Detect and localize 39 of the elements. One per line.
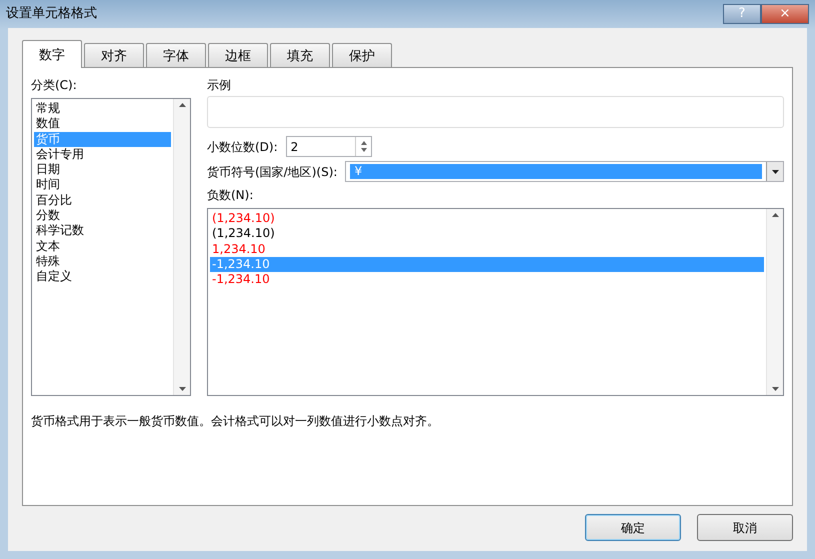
category-item[interactable]: 文本 — [34, 238, 171, 254]
category-label: 分类(C): — [31, 77, 78, 94]
window-title: 设置单元格格式 — [6, 5, 98, 24]
category-item[interactable]: 常规 — [34, 101, 171, 116]
currency-symbol-label: 货币符号(国家/地区)(S): — [207, 164, 338, 180]
category-item[interactable]: 会计专用 — [34, 146, 171, 162]
category-listbox[interactable]: 常规 数值 货币 会计专用 日期 时间 百分比 分数 科学记数 文本 特殊 自定义 — [31, 98, 191, 396]
decimal-places-label: 小数位数(D): — [207, 138, 278, 156]
category-item[interactable]: 特殊 — [34, 254, 171, 270]
category-item[interactable]: 数值 — [34, 116, 171, 132]
tab[interactable]: 填充 — [270, 43, 330, 67]
negative-number-item[interactable]: 1,234.10 — [210, 242, 764, 257]
ok-button[interactable]: 确定 — [585, 514, 681, 541]
scroll-down-icon[interactable] — [178, 387, 186, 391]
tab[interactable]: 保护 — [332, 43, 392, 67]
category-item[interactable]: 时间 — [34, 177, 171, 193]
negative-number-item[interactable]: -1,234.10 — [210, 272, 764, 288]
category-item[interactable]: 分数 — [34, 208, 171, 224]
scrollbar[interactable] — [766, 209, 783, 395]
scroll-up-icon[interactable] — [178, 103, 186, 107]
negative-numbers-label: 负数(N): — [207, 187, 254, 204]
description-text: 货币格式用于表示一般货币数值。会计格式可以对一列数值进行小数点对齐。 — [31, 413, 440, 430]
tab[interactable]: 数字 — [22, 40, 82, 68]
scroll-up-icon[interactable] — [772, 213, 778, 217]
category-item[interactable]: 百分比 — [34, 192, 171, 208]
category-item[interactable]: 科学记数 — [34, 223, 171, 239]
negative-number-item[interactable]: (1,234.10) — [210, 226, 764, 242]
tab[interactable]: 字体 — [146, 43, 206, 67]
sample-label: 示例 — [207, 77, 232, 94]
cancel-button[interactable]: 取消 — [697, 514, 793, 541]
scroll-down-icon[interactable] — [772, 387, 778, 391]
category-item[interactable]: 自定义 — [34, 269, 171, 285]
negative-numbers-listbox[interactable]: (1,234.10) (1,234.10) 1,234.10 -1,234.10 -1,234.10 — [207, 208, 784, 396]
category-item[interactable]: 日期 — [34, 162, 171, 178]
negative-number-item[interactable]: (1,234.10) — [210, 211, 764, 226]
decimal-places-spinner[interactable]: 2 — [286, 136, 372, 157]
tab[interactable]: 对齐 — [84, 43, 144, 67]
scrollbar[interactable] — [173, 99, 190, 395]
tab[interactable]: 边框 — [208, 43, 268, 67]
